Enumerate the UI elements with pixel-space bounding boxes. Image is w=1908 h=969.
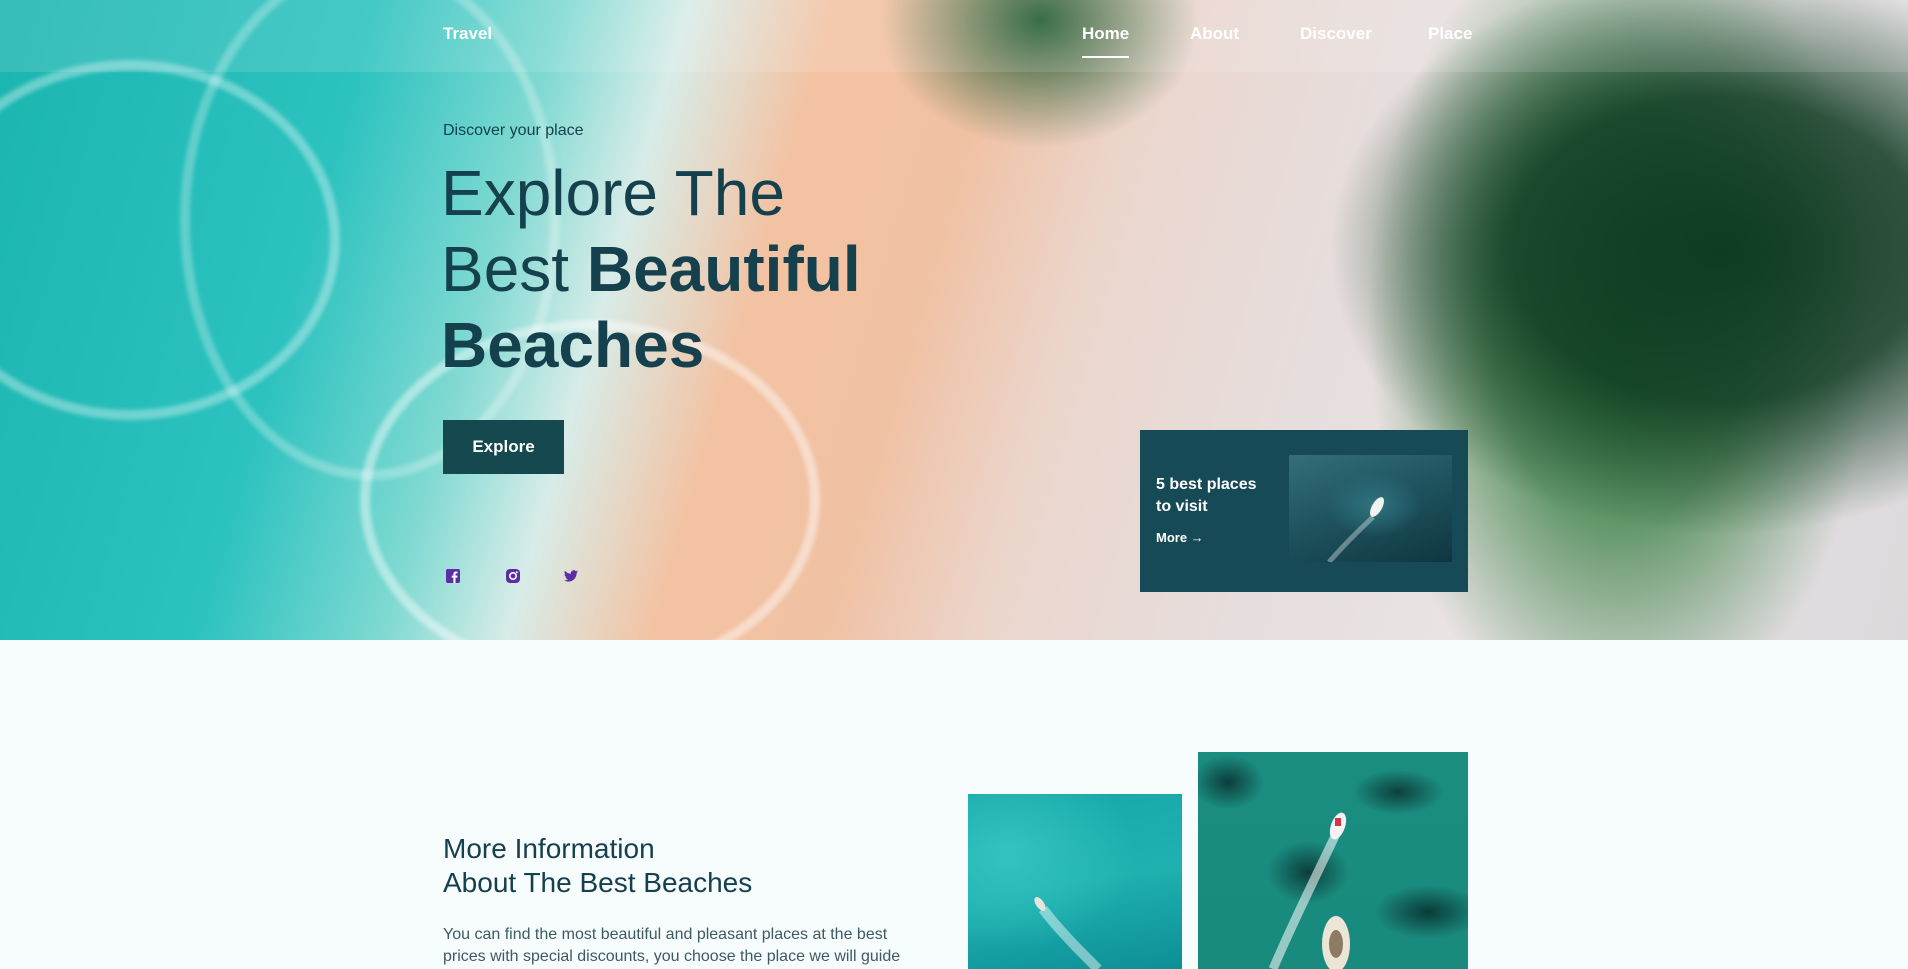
hero-headline: Explore The Best Beautiful Beaches (441, 155, 861, 383)
headline-bold: Beautiful (586, 233, 861, 305)
headline-line-1: Explore The (441, 157, 785, 229)
explore-button[interactable]: Explore (443, 420, 564, 474)
hero-section: Travel Home About Discover Place Discove… (0, 0, 1908, 640)
section-title-line-2: About The Best Beaches (443, 867, 753, 898)
card-boat-image (1289, 455, 1452, 562)
section-description: You can find the most beautiful and plea… (443, 926, 901, 965)
hero-kicker: Discover your place (443, 122, 584, 139)
card-more-link[interactable]: More → (1156, 530, 1204, 545)
headline-line-2: Best Beautiful (441, 231, 861, 307)
section-title-line-1: More Information (443, 833, 655, 864)
card-title: 5 best places to visit (1156, 476, 1257, 515)
twitter-icon[interactable] (563, 568, 579, 584)
section-title: More Information About The Best Beaches (443, 832, 752, 900)
facebook-icon[interactable] (445, 568, 461, 584)
top-navigation-bar (0, 0, 1908, 72)
boat-photo-large (1198, 752, 1468, 969)
headline-regular: Best (441, 233, 587, 305)
nav-discover[interactable]: Discover (1300, 24, 1372, 44)
nav-home[interactable]: Home (1082, 24, 1130, 58)
best-places-card[interactable]: 5 best places to visit More → (1140, 430, 1468, 592)
boat-photo-small (968, 794, 1182, 969)
nav-about[interactable]: About (1190, 24, 1239, 44)
instagram-icon[interactable] (505, 568, 521, 584)
nav-place[interactable]: Place (1428, 24, 1472, 44)
brand-logo[interactable]: Travel (443, 24, 492, 44)
headline-line-3: Beaches (441, 309, 705, 381)
